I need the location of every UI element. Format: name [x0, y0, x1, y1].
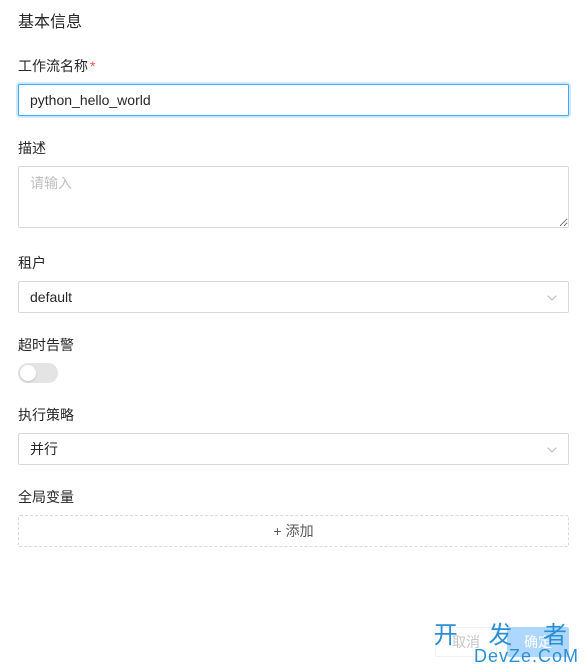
- workflow-name-label-text: 工作流名称: [18, 58, 88, 74]
- workflow-name-input[interactable]: [18, 84, 569, 116]
- tenant-label: 租户: [18, 253, 569, 273]
- form-item-description: 描述: [18, 138, 569, 231]
- workflow-name-label: 工作流名称*: [18, 56, 569, 76]
- required-asterisk: *: [90, 58, 95, 74]
- description-textarea[interactable]: [18, 166, 569, 228]
- form-item-tenant: 租户 default: [18, 253, 569, 313]
- timeout-alarm-switch[interactable]: [18, 363, 58, 383]
- form-item-workflow-name: 工作流名称*: [18, 56, 569, 116]
- cancel-button[interactable]: 取消: [435, 627, 497, 657]
- execution-strategy-value: 并行: [30, 439, 58, 459]
- chevron-down-icon: [547, 442, 557, 456]
- confirm-button[interactable]: 确定: [507, 627, 569, 657]
- execution-strategy-label: 执行策略: [18, 405, 569, 425]
- timeout-alarm-label: 超时告警: [18, 335, 569, 355]
- footer-buttons: 取消 确定: [435, 627, 569, 657]
- form-item-timeout-alarm: 超时告警: [18, 335, 569, 383]
- form-item-global-vars: 全局变量 + 添加: [18, 487, 569, 547]
- tenant-select[interactable]: default: [18, 281, 569, 313]
- tenant-select-value: default: [30, 289, 72, 305]
- chevron-down-icon: [547, 290, 557, 304]
- form-item-execution-strategy: 执行策略 并行: [18, 405, 569, 465]
- description-label: 描述: [18, 138, 569, 158]
- plus-icon: +: [273, 524, 281, 538]
- section-title: 基本信息: [18, 8, 569, 32]
- switch-handle: [20, 365, 36, 381]
- global-vars-label: 全局变量: [18, 487, 569, 507]
- execution-strategy-select[interactable]: 并行: [18, 433, 569, 465]
- add-global-var-button[interactable]: + 添加: [18, 515, 569, 547]
- add-button-text: 添加: [286, 521, 314, 541]
